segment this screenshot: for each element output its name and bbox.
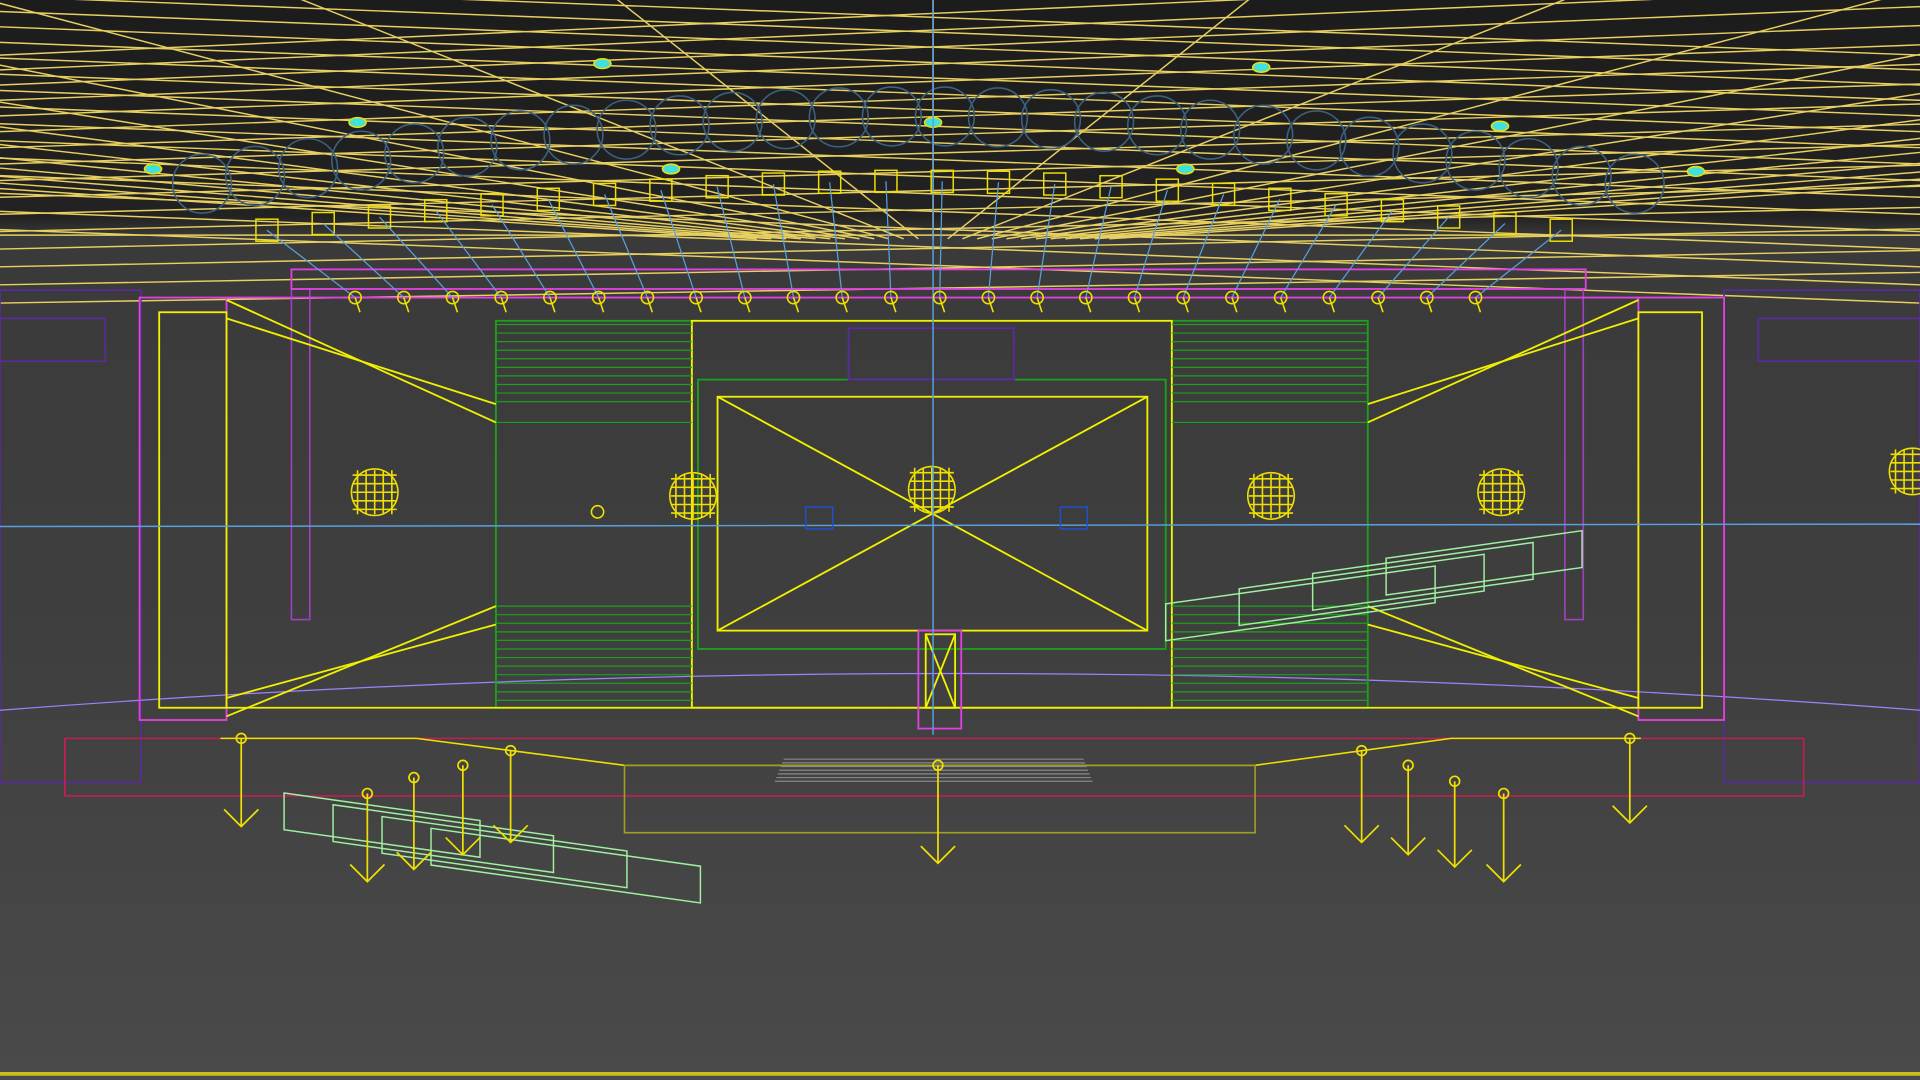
- arrow-down-icon: [1343, 744, 1380, 844]
- ceiling-light-icon: [661, 163, 681, 175]
- spotlight-icon: [1231, 297, 1238, 313]
- globe-light-icon: [669, 471, 718, 520]
- light-beam: [829, 182, 843, 298]
- spotlight-icon: [354, 297, 361, 313]
- light-beam: [1085, 186, 1112, 298]
- target-arrows: [223, 732, 1648, 883]
- light-beam: [660, 189, 697, 298]
- light-box-icon: [986, 170, 1011, 195]
- stage-floor: [64, 737, 1805, 834]
- spotlight-icon: [646, 297, 654, 313]
- spotlight-icon: [1474, 297, 1482, 313]
- arrow-down-icon: [223, 732, 259, 828]
- ceiling-light-icon: [1490, 120, 1510, 132]
- ceiling-line: [0, 0, 1251, 56]
- fixture-ring: [1073, 91, 1135, 153]
- fixture-ring: [331, 130, 392, 191]
- 3d-viewport[interactable]: [0, 0, 1920, 1080]
- spotlight-icon: [1328, 297, 1336, 313]
- ceiling-line: [0, 210, 1920, 286]
- target-icon: [590, 504, 605, 519]
- ceiling-line: [991, 53, 1920, 240]
- arrow-down-icon: [1485, 787, 1522, 883]
- globe-light-icon: [1477, 468, 1526, 517]
- ceiling-light-icon: [348, 116, 367, 129]
- globe-light-icon: [907, 465, 956, 514]
- ceiling-light-icon: [1686, 165, 1706, 178]
- light-beam: [987, 182, 1000, 298]
- spotlight-icon: [841, 297, 848, 313]
- ceiling-line: [0, 83, 1920, 149]
- arrow-down-icon: [1436, 775, 1473, 869]
- ceiling-line: [460, 0, 1920, 56]
- ceiling-light-icon: [1176, 163, 1195, 175]
- spotlight-icon: [451, 297, 459, 313]
- spotlight-icon: [1426, 297, 1433, 313]
- spotlight-icon: [597, 297, 605, 313]
- ceiling-line: [0, 57, 1920, 133]
- fixture-ring: [702, 91, 763, 153]
- spotlight-icon: [549, 297, 556, 313]
- spotlight-icon: [792, 297, 800, 313]
- spotlight-icon: [890, 297, 897, 313]
- ceiling-light-icon: [593, 58, 612, 70]
- spotlight-icon: [695, 297, 702, 313]
- arrow-down-icon: [1612, 732, 1648, 825]
- light-beam: [1036, 183, 1056, 298]
- ceiling-light-icon: [1251, 61, 1271, 73]
- ceiling-line: [0, 228, 1920, 304]
- ceiling-grid: [0, 0, 1920, 304]
- light-box-icon: [1043, 172, 1067, 196]
- spotlight-icon: [938, 297, 946, 313]
- light-box-icon: [1549, 218, 1573, 242]
- fixture-ring: [1551, 145, 1612, 207]
- spotlight-icon: [500, 297, 507, 313]
- ceiling-line: [0, 63, 1920, 133]
- arrow-down-icon: [445, 759, 481, 856]
- fixture-ring: [1180, 99, 1241, 160]
- wireframe-scene[interactable]: [0, 0, 1920, 1080]
- spotlight-icon: [1279, 297, 1287, 313]
- light-beam: [885, 181, 892, 298]
- globe-light-icon: [350, 468, 399, 517]
- fixture-ring: [861, 86, 923, 147]
- globe-light-icon: [1246, 471, 1296, 520]
- ceiling-line: [73, 0, 1920, 71]
- ceiling-light-icon: [143, 163, 163, 175]
- light-beam: [939, 181, 943, 298]
- light-beam: [435, 210, 502, 298]
- ceiling-line: [0, 182, 772, 240]
- spotlight-icon: [987, 297, 995, 313]
- stair-step: [381, 815, 628, 889]
- spotlight-icon: [1377, 297, 1384, 313]
- light-globes: [350, 447, 1920, 520]
- spotlight-icon: [1182, 297, 1189, 313]
- ceiling-line: [0, 249, 1920, 286]
- globe-light-icon: [1888, 447, 1920, 496]
- spotlight-icon: [1133, 297, 1141, 313]
- spotlight-icon: [1036, 297, 1043, 313]
- spotlight-icon: [1085, 297, 1092, 313]
- arrow-down-icon: [1390, 759, 1426, 856]
- spotlight-icon: [403, 297, 410, 313]
- spotlight-icon: [744, 297, 751, 313]
- arrow-down-icon: [920, 759, 956, 865]
